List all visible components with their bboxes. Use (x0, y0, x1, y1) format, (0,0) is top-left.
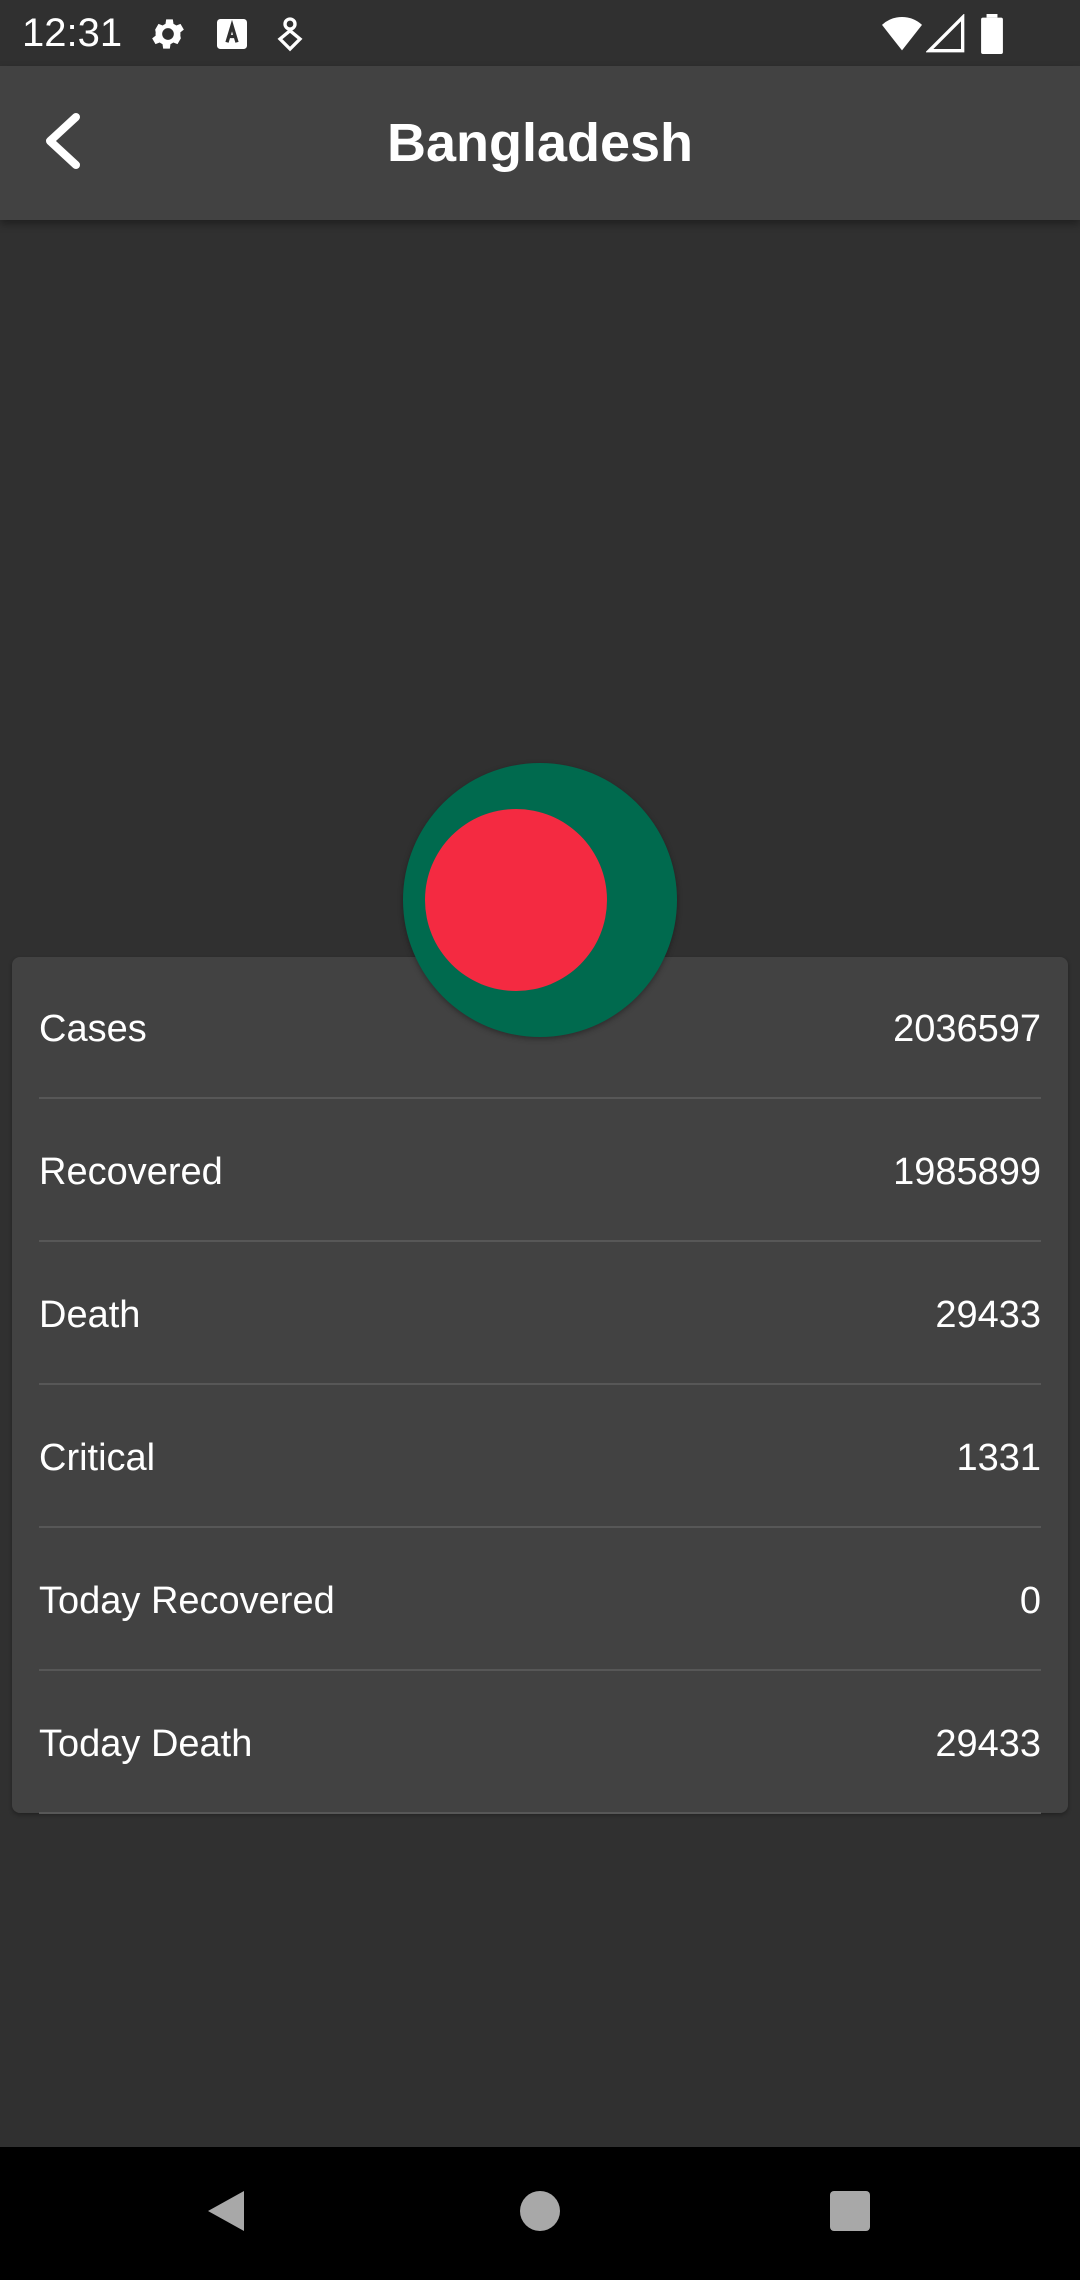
stat-row-today-recovered: Today Recovered 0 (39, 1529, 1041, 1671)
signal-icon (925, 13, 966, 54)
page-title: Bangladesh (386, 113, 694, 173)
stat-label: Today Recovered (39, 1580, 335, 1622)
country-flag (403, 763, 677, 1037)
home-circle-icon (518, 2189, 562, 2238)
stat-row-recovered: Recovered 1985899 (39, 1100, 1041, 1242)
wifi-icon (880, 14, 922, 54)
system-nav-bar (0, 2147, 1080, 2280)
recents-square-icon (828, 2189, 872, 2238)
status-time: 12:31 (22, 11, 123, 55)
stat-value: 0 (1019, 1580, 1041, 1622)
stat-row-today-death: Today Death 29433 (39, 1672, 1041, 1814)
stat-value: 1985899 (893, 1151, 1041, 1193)
nav-recents-button[interactable] (810, 2173, 890, 2253)
stat-value: 29433 (935, 1294, 1041, 1336)
gear-icon (148, 14, 188, 54)
nav-back-button[interactable] (186, 2173, 266, 2253)
stat-label: Death (39, 1294, 141, 1336)
stat-label: Recovered (39, 1151, 223, 1193)
stat-value: 1331 (956, 1437, 1041, 1479)
stat-value: 29433 (935, 1723, 1041, 1765)
stat-label: Cases (39, 1008, 147, 1050)
location-heart-icon (270, 14, 310, 54)
screen: 12:31 Bangladesh Cases 2036597 Recovered… (0, 0, 1080, 2280)
battery-icon (980, 14, 1020, 54)
nav-home-button[interactable] (500, 2173, 580, 2253)
font-download-icon (212, 14, 252, 54)
stat-value: 2036597 (893, 1008, 1041, 1050)
stats-card: Cases 2036597 Recovered 1985899 Death 29… (12, 957, 1068, 1814)
back-chevron-icon (40, 111, 84, 176)
back-button[interactable] (22, 101, 102, 185)
status-bar: 12:31 (0, 0, 1080, 66)
stat-row-critical: Critical 1331 (39, 1386, 1041, 1528)
stat-row-death: Death 29433 (39, 1243, 1041, 1385)
app-bar: Bangladesh (0, 66, 1080, 220)
stat-label: Critical (39, 1437, 156, 1479)
stat-label: Today Death (39, 1723, 253, 1765)
flag-red-disc (425, 809, 607, 991)
back-triangle-icon (204, 2187, 248, 2240)
